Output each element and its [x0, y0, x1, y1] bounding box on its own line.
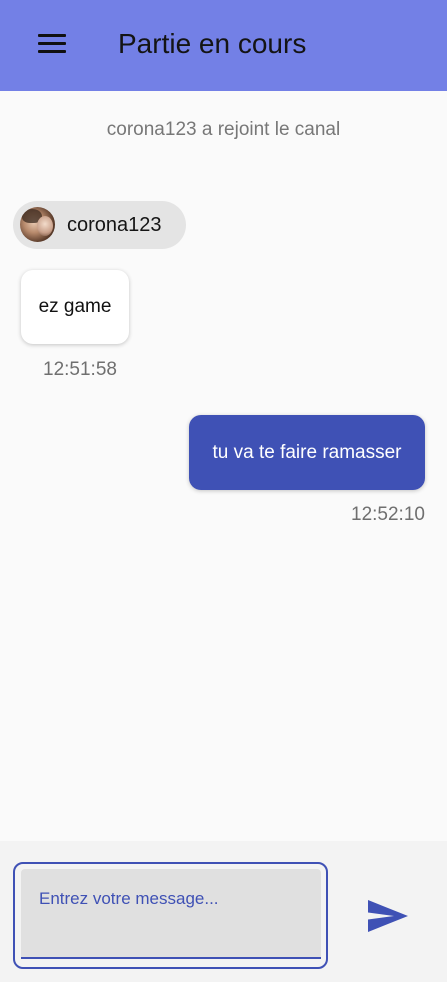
page-title: Partie en cours	[118, 28, 307, 59]
send-icon	[368, 900, 408, 932]
sender-chip[interactable]: corona123	[13, 201, 186, 249]
message-input[interactable]	[21, 869, 321, 957]
incoming-message-time: 12:51:58	[43, 359, 117, 380]
message-input-outline: Entrez votre message...	[13, 862, 328, 969]
avatar	[20, 207, 55, 242]
app-bar: Partie en cours	[0, 0, 447, 91]
outgoing-message-time: 12:52:10	[351, 504, 425, 525]
menu-button[interactable]	[30, 28, 74, 60]
sender-name: corona123	[67, 214, 162, 236]
outgoing-message-bubble: tu va te faire ramasser	[189, 415, 425, 490]
system-message: corona123 a rejoint le canal	[106, 119, 341, 140]
incoming-message-bubble: ez game	[21, 270, 129, 344]
message-input-container: Entrez votre message...	[21, 869, 321, 959]
send-button[interactable]	[362, 896, 412, 936]
menu-icon	[38, 34, 66, 37]
message-composer: Entrez votre message...	[0, 841, 447, 982]
